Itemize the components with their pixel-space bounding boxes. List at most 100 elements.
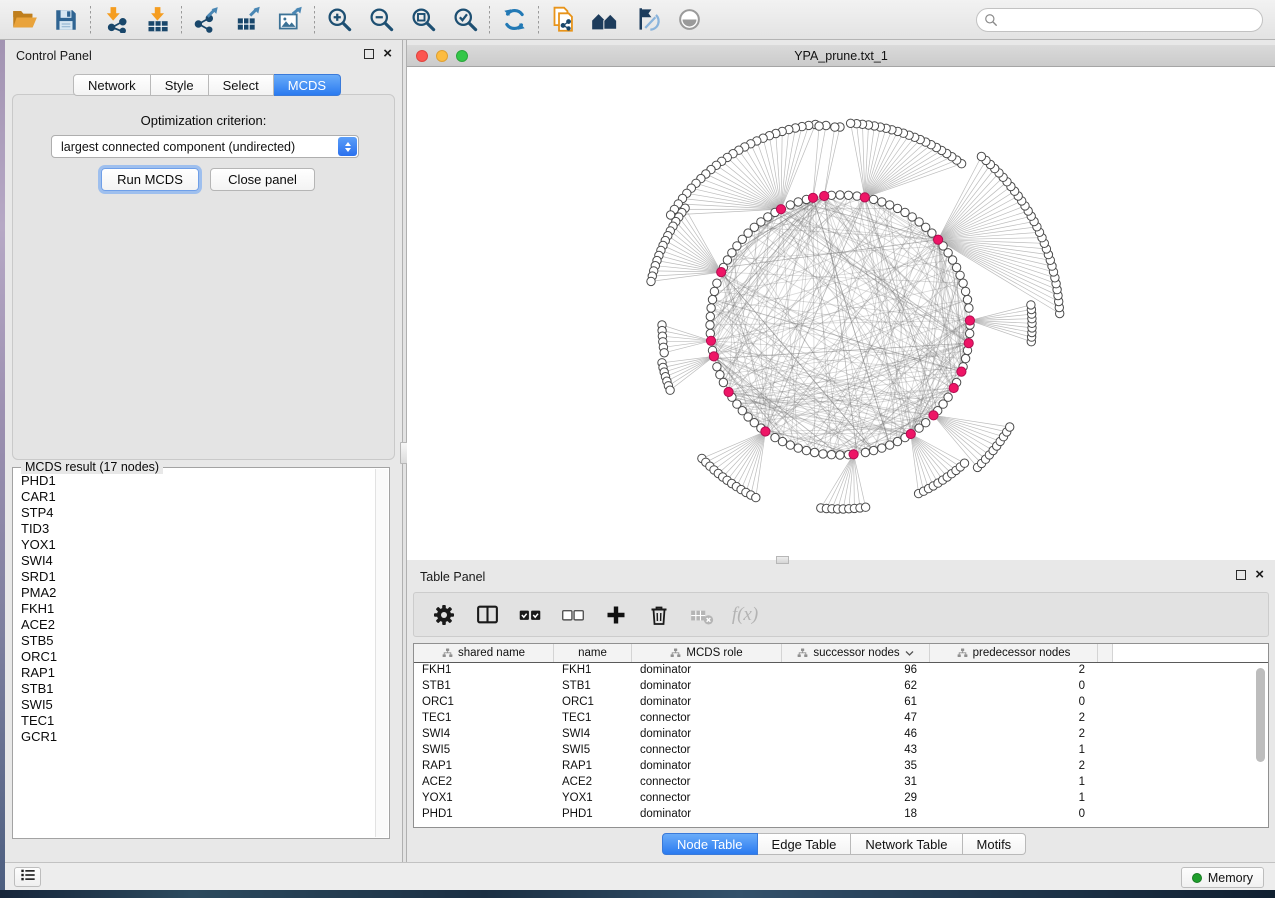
mcds-result-item[interactable]: ACE2 [21, 617, 375, 633]
cell-MCDS-role: dominator [632, 663, 782, 679]
refresh-layout-icon[interactable] [500, 5, 528, 35]
float-panel-icon[interactable] [364, 49, 374, 59]
tab-edge-table[interactable]: Edge Table [758, 833, 852, 855]
table-row[interactable]: TEC1TEC1connector472 [414, 711, 1268, 727]
tab-motifs[interactable]: Motifs [963, 833, 1027, 855]
table-row[interactable]: SWI5SWI5connector431 [414, 743, 1268, 759]
close-panel-button[interactable]: Close panel [210, 168, 315, 191]
table-row[interactable]: SWI4SWI4dominator462 [414, 727, 1268, 743]
tab-node-table[interactable]: Node Table [662, 833, 758, 855]
criterion-dropdown[interactable]: largest connected component (undirected) [51, 135, 359, 158]
deselect-all-checkboxes-icon[interactable] [560, 601, 586, 629]
column-header-name[interactable]: name [554, 644, 632, 662]
import-table-icon[interactable] [143, 5, 171, 35]
add-column-icon[interactable] [603, 601, 629, 629]
mcds-result-item[interactable]: PHD1 [21, 473, 375, 489]
mcds-result-item[interactable]: ORC1 [21, 649, 375, 665]
task-history-button[interactable] [14, 867, 41, 887]
mcds-result-item[interactable]: STP4 [21, 505, 375, 521]
tab-network[interactable]: Network [73, 74, 151, 96]
close-table-panel-icon[interactable]: × [1255, 570, 1264, 580]
mcds-result-item[interactable]: SWI4 [21, 553, 375, 569]
network-graph[interactable] [407, 67, 1275, 560]
mcds-result-list[interactable]: PHD1CAR1STP4TID3YOX1SWI4SRD1PMA2FKH1ACE2… [14, 469, 375, 837]
search-box[interactable] [976, 8, 1263, 32]
column-header-MCDS-role[interactable]: MCDS role [632, 644, 782, 662]
mcds-result-item[interactable]: CAR1 [21, 489, 375, 505]
export-table-icon[interactable] [234, 5, 262, 35]
mcds-result-item[interactable]: GCR1 [21, 729, 375, 745]
mcds-result-item[interactable]: RAP1 [21, 665, 375, 681]
search-input[interactable] [976, 8, 1263, 32]
save-session-icon[interactable] [52, 5, 80, 35]
home-layout-icon[interactable] [591, 5, 619, 35]
table-row[interactable]: ACE2ACE2connector311 [414, 775, 1268, 791]
column-header-stub [1098, 644, 1113, 662]
cell-shared-name: SWI5 [414, 743, 554, 759]
mcds-list-scrollbar[interactable] [375, 469, 388, 837]
cell-MCDS-role: dominator [632, 759, 782, 775]
cell-name: SWI4 [554, 727, 632, 743]
memory-button[interactable]: Memory [1181, 867, 1264, 888]
close-panel-icon[interactable]: × [383, 49, 392, 59]
cell-MCDS-role: connector [632, 711, 782, 727]
horizontal-splitter-handle[interactable] [776, 556, 789, 564]
table-panel-tabs: Node TableEdge TableNetwork TableMotifs [662, 833, 1026, 855]
tab-style[interactable]: Style [151, 74, 209, 96]
zoom-selected-icon[interactable] [451, 5, 479, 35]
toolbar-separator [489, 6, 490, 34]
cell-shared-name: PHD1 [414, 807, 554, 823]
table-row[interactable]: YOX1YOX1connector291 [414, 791, 1268, 807]
mcds-tab-content: Optimization criterion: largest connecte… [12, 94, 395, 460]
table-row[interactable]: RAP1RAP1dominator352 [414, 759, 1268, 775]
table-row[interactable]: ORC1ORC1dominator610 [414, 695, 1268, 711]
cell-predecessor-nodes: 2 [930, 663, 1098, 679]
table-row[interactable]: STB1STB1dominator620 [414, 679, 1268, 695]
export-image-icon[interactable] [276, 5, 304, 35]
mcds-result-item[interactable]: FKH1 [21, 601, 375, 617]
mcds-result-item[interactable]: TEC1 [21, 713, 375, 729]
table-row[interactable]: PHD1PHD1dominator180 [414, 807, 1268, 823]
zoom-fit-icon[interactable] [409, 5, 437, 35]
cell-name: TEC1 [554, 711, 632, 727]
cell-predecessor-nodes: 2 [930, 759, 1098, 775]
mcds-result-item[interactable]: YOX1 [21, 537, 375, 553]
zoom-out-icon[interactable] [367, 5, 395, 35]
tab-select[interactable]: Select [209, 74, 274, 96]
mcds-result-item[interactable]: TID3 [21, 521, 375, 537]
column-header-successor-nodes[interactable]: successor nodes [782, 644, 930, 662]
network-view-canvas[interactable] [407, 67, 1275, 560]
table-settings-gear-icon[interactable] [431, 601, 457, 629]
tab-network-table[interactable]: Network Table [851, 833, 962, 855]
criterion-dropdown-value: largest connected component (undirected) [61, 140, 295, 154]
cell-name: ORC1 [554, 695, 632, 711]
zoom-in-icon[interactable] [325, 5, 353, 35]
open-file-icon[interactable] [10, 5, 38, 35]
cell-MCDS-role: connector [632, 743, 782, 759]
cell-successor-nodes: 18 [782, 807, 930, 823]
mcds-result-item[interactable]: SRD1 [21, 569, 375, 585]
column-header-shared-name[interactable]: shared name [414, 644, 554, 662]
import-network-icon[interactable] [101, 5, 129, 35]
mcds-result-item[interactable]: STB1 [21, 681, 375, 697]
mcds-result-item[interactable]: STB5 [21, 633, 375, 649]
cell-predecessor-nodes: 1 [930, 791, 1098, 807]
hide-flagged-icon[interactable] [633, 5, 661, 35]
split-columns-icon[interactable] [474, 601, 500, 629]
table-row[interactable]: FKH1FKH1dominator962 [414, 663, 1268, 679]
mcds-result-item[interactable]: SWI5 [21, 697, 375, 713]
toolbar-separator [538, 6, 539, 34]
delete-column-trash-icon[interactable] [646, 601, 672, 629]
column-header-predecessor-nodes[interactable]: predecessor nodes [930, 644, 1098, 662]
duplicate-network-icon[interactable] [549, 5, 577, 35]
select-all-checkboxes-icon[interactable] [517, 601, 543, 629]
mcds-result-item[interactable]: PMA2 [21, 585, 375, 601]
tab-mcds[interactable]: MCDS [274, 74, 341, 96]
float-table-panel-icon[interactable] [1236, 570, 1246, 580]
cell-predecessor-nodes: 0 [930, 807, 1098, 823]
export-network-icon[interactable] [192, 5, 220, 35]
network-window-titlebar[interactable]: YPA_prune.txt_1 [407, 45, 1275, 67]
optimization-criterion-label: Optimization criterion: [13, 113, 394, 128]
run-mcds-button[interactable]: Run MCDS [101, 168, 199, 191]
table-scrollbar-thumb[interactable] [1256, 668, 1265, 762]
